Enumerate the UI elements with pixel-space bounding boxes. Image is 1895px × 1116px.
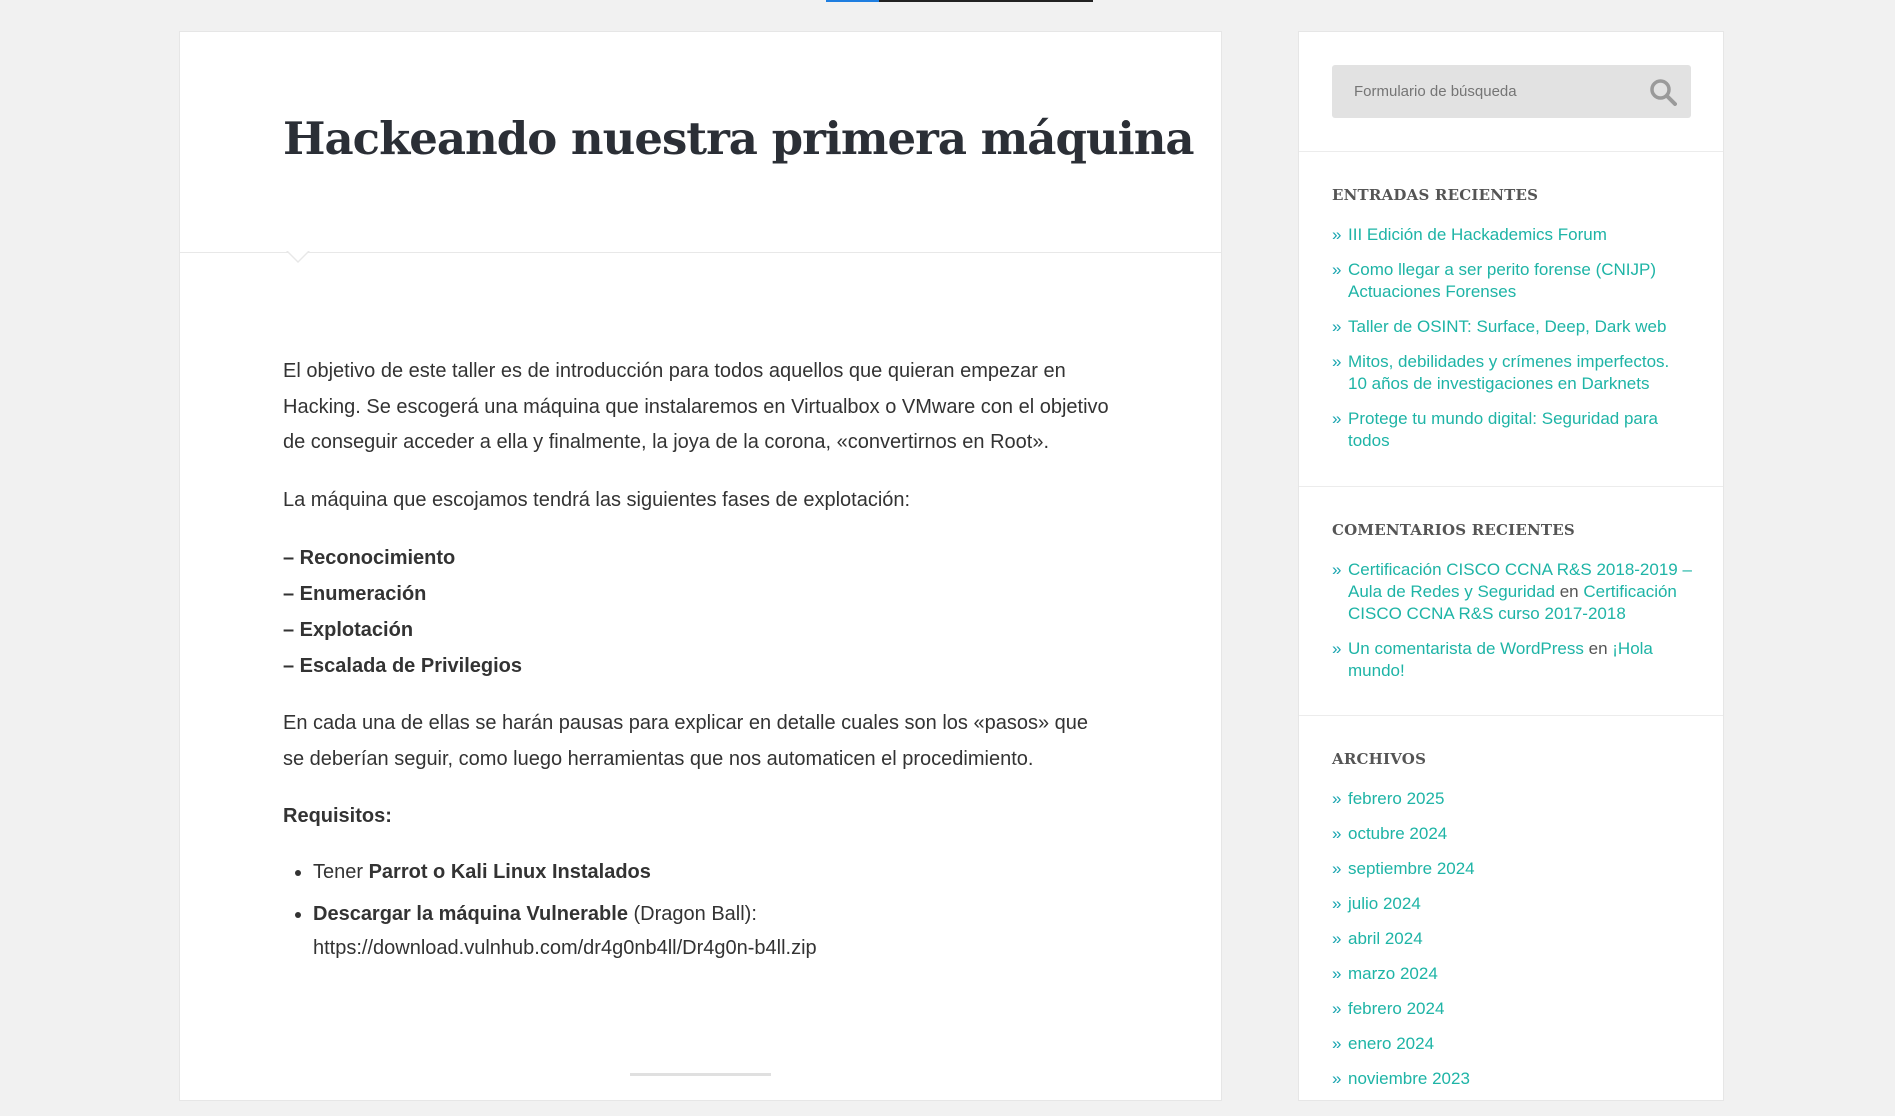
recent-post-link[interactable]: Taller de OSINT: Surface, Deep, Dark web — [1348, 317, 1666, 336]
archive-link[interactable]: septiembre 2024 — [1348, 859, 1475, 878]
recent-post-link[interactable]: Protege tu mundo digital: Seguridad para… — [1348, 409, 1658, 450]
list-item: marzo 2024 — [1332, 963, 1692, 985]
phase-item: – Escalada de Privilegios — [283, 655, 523, 677]
requirements-title: Requisitos: — [283, 805, 392, 827]
requirements-list: Tener Parrot o Kali Linux Instalados Des… — [283, 855, 1113, 965]
reading-progress-fill — [826, 0, 880, 2]
archive-link[interactable]: febrero 2025 — [1348, 789, 1444, 808]
list-item: Como llegar a ser perito forense (CNIJP)… — [1332, 259, 1692, 303]
archive-link[interactable]: marzo 2024 — [1348, 964, 1438, 983]
recent-post-link[interactable]: Como llegar a ser perito forense (CNIJP)… — [1348, 260, 1656, 301]
list-item: Taller de OSINT: Surface, Deep, Dark web — [1332, 316, 1692, 338]
phase-item: – Explotación — [283, 619, 414, 641]
list-item: septiembre 2024 — [1332, 858, 1692, 880]
sidebar: ENTRADAS RECIENTES III Edición de Hackad… — [1298, 31, 1724, 1101]
archive-link[interactable]: octubre 2024 — [1348, 824, 1447, 843]
list-item: Certificación CISCO CCNA R&S 2018-2019 –… — [1332, 559, 1692, 625]
phases-list: – Reconocimiento – Enumeración – Explota… — [283, 540, 1113, 684]
archive-link[interactable]: enero 2024 — [1348, 1034, 1434, 1053]
search-icon[interactable] — [1649, 78, 1677, 106]
list-item: febrero 2024 — [1332, 998, 1692, 1020]
list-item: abril 2024 — [1332, 928, 1692, 950]
requirement-item: Descargar la máquina Vulnerable (Dragon … — [313, 897, 1113, 965]
archives-widget: ARCHIVOS febrero 2025 octubre 2024 septi… — [1299, 715, 1723, 1116]
archive-link[interactable]: febrero 2024 — [1348, 999, 1444, 1018]
recent-posts-widget: ENTRADAS RECIENTES III Edición de Hackad… — [1299, 151, 1723, 487]
widget-title: ARCHIVOS — [1332, 750, 1427, 768]
list-item: octubre 2024 — [1332, 823, 1692, 845]
requirement-bold: Descargar la máquina Vulnerable — [313, 902, 628, 925]
list-item: noviembre 2023 — [1332, 1068, 1692, 1090]
list-item: Mitos, debilidades y crímenes imperfecto… — [1332, 351, 1692, 395]
archive-link[interactable]: abril 2024 — [1348, 929, 1423, 948]
article-header: Hackeando nuestra primera máquina — [180, 32, 1221, 253]
list-item: febrero 2025 — [1332, 788, 1692, 810]
archives-list: febrero 2025 octubre 2024 septiembre 202… — [1332, 788, 1692, 1103]
archive-link[interactable]: julio 2024 — [1348, 894, 1421, 913]
recent-post-link[interactable]: III Edición de Hackademics Forum — [1348, 225, 1607, 244]
comment-separator: en — [1583, 639, 1613, 658]
pauses-paragraph: En cada una de ellas se harán pausas par… — [283, 712, 1088, 770]
recent-comments-list: Certificación CISCO CCNA R&S 2018-2019 –… — [1332, 559, 1692, 695]
comment-separator: en — [1554, 582, 1584, 601]
search-form — [1332, 65, 1691, 118]
phase-item: – Enumeración — [283, 583, 427, 605]
search-input[interactable] — [1332, 65, 1632, 118]
recent-posts-list: III Edición de Hackademics Forum Como ll… — [1332, 224, 1692, 465]
phases-intro: La máquina que escojamos tendrá las sigu… — [283, 488, 911, 511]
bottom-divider — [630, 1073, 771, 1076]
intro-paragraph: El objetivo de este taller es de introdu… — [283, 360, 1109, 453]
list-item: Un comentarista de WordPress en ¡Hola mu… — [1332, 638, 1692, 682]
recent-post-link[interactable]: Mitos, debilidades y crímenes imperfecto… — [1348, 352, 1669, 393]
archive-link[interactable]: noviembre 2023 — [1348, 1069, 1470, 1088]
phase-item: – Reconocimiento — [283, 547, 456, 569]
list-item: III Edición de Hackademics Forum — [1332, 224, 1692, 246]
article-card: Hackeando nuestra primera máquina El obj… — [179, 31, 1222, 1101]
post-title: Hackeando nuestra primera máquina — [283, 112, 1195, 165]
requirement-bold: Parrot o Kali Linux Instalados — [368, 860, 651, 883]
list-item: julio 2024 — [1332, 893, 1692, 915]
list-item: enero 2024 — [1332, 1033, 1692, 1055]
recent-comments-widget: COMENTARIOS RECIENTES Certificación CISC… — [1299, 486, 1723, 716]
article-content: El objetivo de este taller es de introdu… — [283, 354, 1113, 973]
requirement-prefix: Tener — [313, 860, 369, 883]
requirement-item: Tener Parrot o Kali Linux Instalados — [313, 855, 1113, 889]
header-notch — [286, 250, 310, 263]
widget-title: ENTRADAS RECIENTES — [1332, 186, 1539, 204]
comment-author-link[interactable]: Un comentarista de WordPress — [1348, 639, 1584, 658]
reading-progress-bar — [826, 0, 1093, 2]
widget-title: COMENTARIOS RECIENTES — [1332, 521, 1575, 539]
list-item: Protege tu mundo digital: Seguridad para… — [1332, 408, 1692, 452]
